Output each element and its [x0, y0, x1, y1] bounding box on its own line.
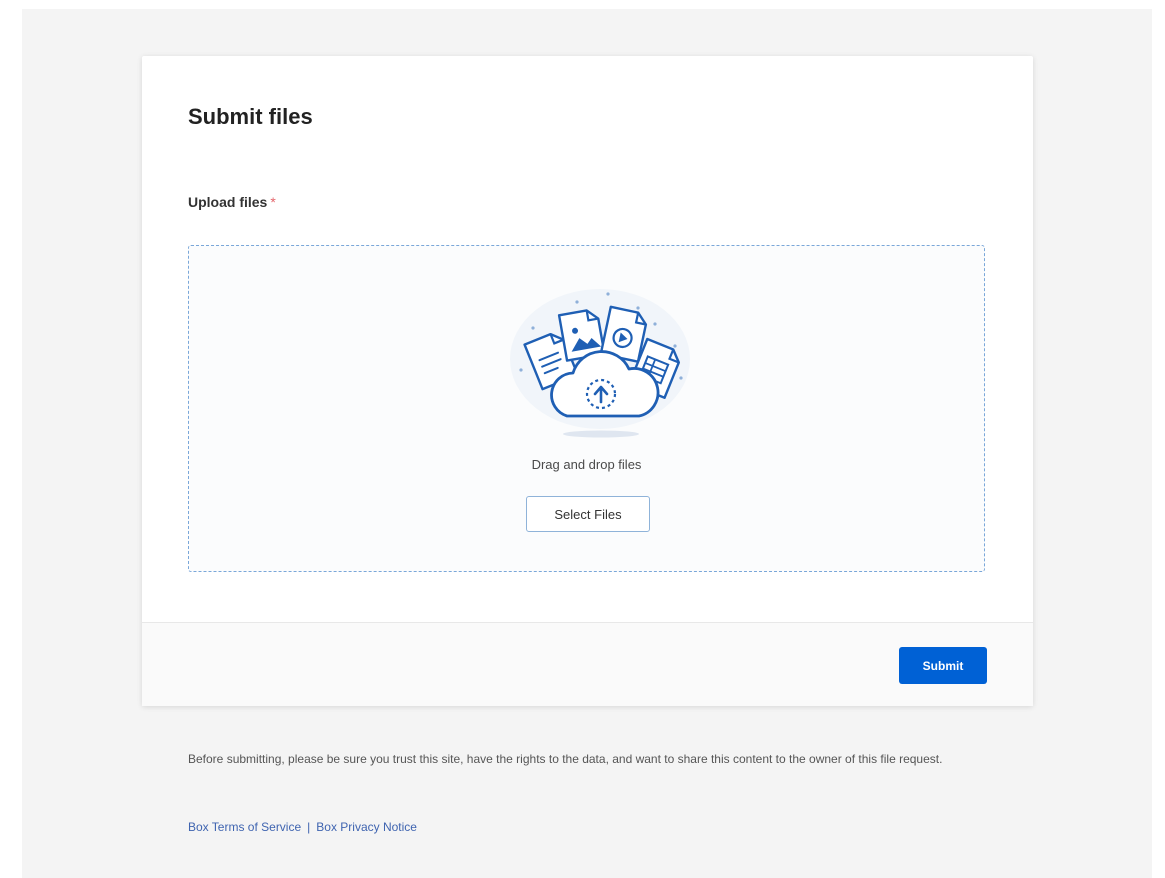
submit-files-card: Submit files Upload files * Drag and dro…: [142, 56, 1033, 706]
privacy-notice-link[interactable]: Box Privacy Notice: [316, 820, 417, 834]
upload-files-label-text: Upload files: [188, 194, 268, 210]
required-marker: *: [270, 194, 276, 210]
file-dropzone[interactable]: Drag and drop files Select Files: [188, 245, 985, 572]
page-title: Submit files: [188, 104, 313, 129]
submit-button[interactable]: Submit: [899, 647, 987, 684]
card-footer: Submit: [142, 622, 1033, 706]
cloud-upload-files-icon: [510, 289, 690, 438]
drag-and-drop-text: Drag and drop files: [531, 457, 642, 472]
disclaimer-text: Before submitting, please be sure you tr…: [188, 752, 943, 766]
terms-of-service-link[interactable]: Box Terms of Service: [188, 820, 301, 834]
footer-links: Box Terms of Service | Box Privacy Notice: [188, 820, 417, 834]
link-separator: |: [307, 820, 311, 834]
upload-files-label: Upload files *: [188, 194, 276, 210]
select-files-button[interactable]: Select Files: [526, 496, 650, 532]
